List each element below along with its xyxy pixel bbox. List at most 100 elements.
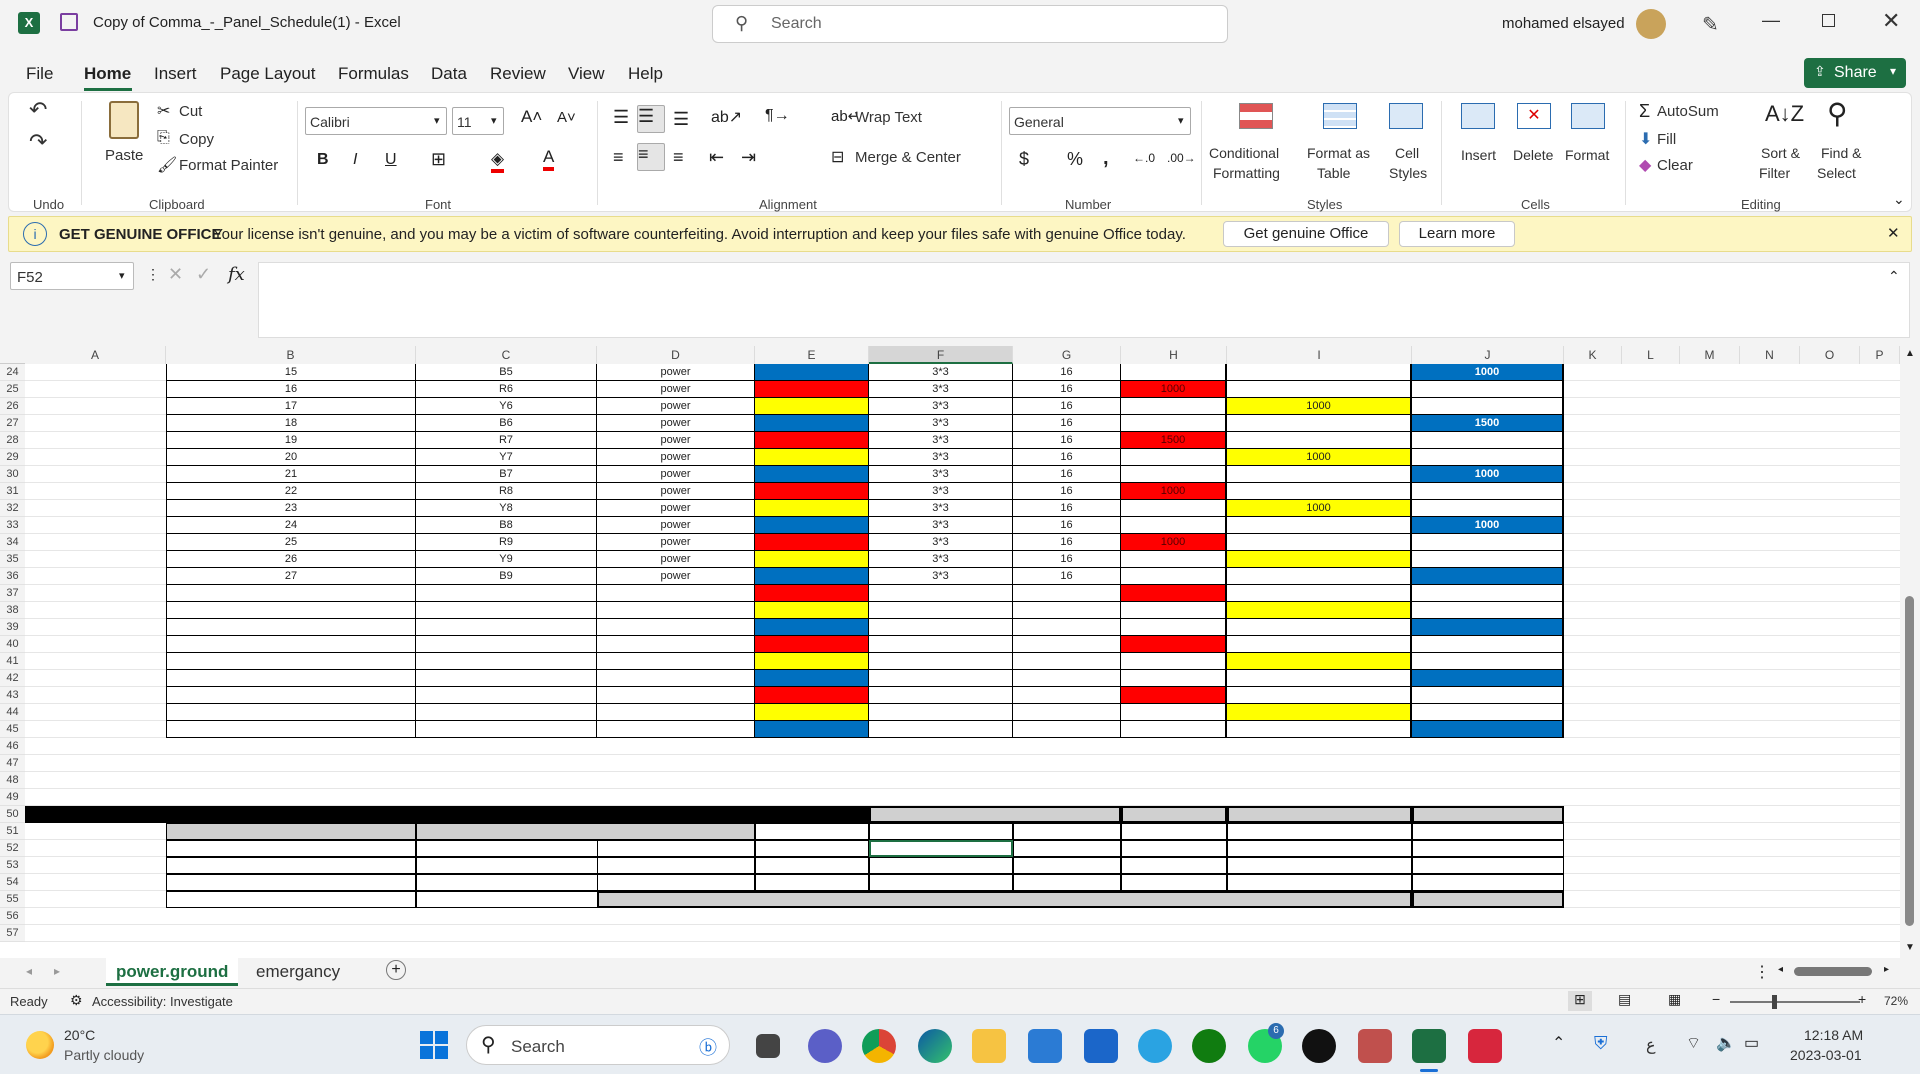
schedule-cell[interactable]: [166, 704, 416, 721]
summary-value[interactable]: [1227, 857, 1412, 874]
schedule-cell[interactable]: power: [597, 500, 755, 517]
row-header[interactable]: 50: [0, 806, 25, 823]
paste-icon[interactable]: [109, 101, 139, 139]
schedule-cell[interactable]: Y8: [416, 500, 597, 517]
text-direction-icon[interactable]: ¶→: [765, 107, 790, 125]
get-genuine-office-button[interactable]: Get genuine Office: [1223, 221, 1389, 247]
schedule-cell[interactable]: 1000: [1227, 398, 1412, 415]
schedule-cell[interactable]: [1412, 721, 1564, 738]
schedule-cell[interactable]: [755, 687, 869, 704]
formula-collapse-icon[interactable]: ⌃: [1888, 268, 1900, 285]
schedule-cell[interactable]: power: [597, 364, 755, 381]
schedule-cell[interactable]: [1412, 568, 1564, 585]
schedule-cell[interactable]: 16: [166, 381, 416, 398]
name-box[interactable]: F52 ▾: [10, 262, 134, 290]
cut-button[interactable]: Cut: [179, 103, 202, 120]
schedule-cell[interactable]: [1227, 585, 1412, 602]
zoom-slider-thumb[interactable]: [1772, 995, 1777, 1009]
tiktok-icon[interactable]: [1302, 1029, 1336, 1063]
align-middle-icon[interactable]: ☰: [637, 105, 665, 133]
format-cells-label[interactable]: Format: [1565, 147, 1609, 163]
bold-icon[interactable]: B: [317, 151, 329, 169]
schedule-cell[interactable]: 1000: [1121, 534, 1227, 551]
share-button[interactable]: ⇪ Share ▾: [1804, 58, 1906, 88]
schedule-cell[interactable]: B7: [416, 466, 597, 483]
schedule-cell[interactable]: power: [597, 398, 755, 415]
schedule-cell[interactable]: [416, 585, 597, 602]
delete-cells-label[interactable]: Delete: [1513, 147, 1553, 163]
schedule-cell[interactable]: 1000: [1412, 517, 1564, 534]
windows-start-icon[interactable]: [420, 1031, 448, 1059]
schedule-cell[interactable]: 3*3: [869, 381, 1013, 398]
schedule-cell[interactable]: [166, 687, 416, 704]
schedule-cell[interactable]: [1013, 585, 1121, 602]
schedule-cell[interactable]: [1121, 568, 1227, 585]
add-sheet-icon[interactable]: +: [386, 960, 406, 980]
schedule-cell[interactable]: 1000: [1227, 449, 1412, 466]
schedule-cell[interactable]: 16: [1013, 500, 1121, 517]
save-icon[interactable]: [60, 13, 78, 31]
currency-icon[interactable]: $: [1019, 149, 1029, 170]
message-close-icon[interactable]: ✕: [1887, 224, 1900, 242]
schedule-cell[interactable]: [416, 721, 597, 738]
row-header[interactable]: 35: [0, 551, 25, 568]
increase-decimal-icon[interactable]: ←.0: [1133, 151, 1155, 165]
schedule-cell[interactable]: [869, 619, 1013, 636]
weather-icon[interactable]: [26, 1031, 54, 1059]
schedule-cell[interactable]: 16: [1013, 517, 1121, 534]
avatar[interactable]: [1636, 9, 1666, 39]
schedule-cell[interactable]: 24: [166, 517, 416, 534]
more-icon[interactable]: ⋮: [146, 266, 160, 283]
paste-button[interactable]: Paste: [105, 147, 143, 164]
schedule-cell[interactable]: 19: [166, 432, 416, 449]
schedule-cell[interactable]: [1013, 619, 1121, 636]
schedule-cell[interactable]: 16: [1013, 398, 1121, 415]
schedule-cell[interactable]: [597, 721, 755, 738]
row-header[interactable]: 42: [0, 670, 25, 687]
schedule-cell[interactable]: [416, 653, 597, 670]
schedule-cell[interactable]: [1121, 449, 1227, 466]
mail-icon[interactable]: [1028, 1029, 1062, 1063]
zoom-level[interactable]: 72%: [1884, 994, 1908, 1008]
schedule-cell[interactable]: [869, 585, 1013, 602]
format-painter-button[interactable]: Format Painter: [179, 157, 278, 174]
schedule-cell[interactable]: [755, 466, 869, 483]
schedule-cell[interactable]: [1121, 500, 1227, 517]
row-header[interactable]: 37: [0, 585, 25, 602]
schedule-cell[interactable]: [416, 619, 597, 636]
align-top-icon[interactable]: ☰: [613, 107, 629, 128]
format-as-table-label-2[interactable]: Table: [1317, 165, 1350, 181]
column-header[interactable]: I: [1227, 346, 1412, 364]
learn-more-button[interactable]: Learn more: [1399, 221, 1515, 247]
conditional-formatting-icon[interactable]: [1239, 103, 1273, 129]
hscroll-thumb[interactable]: [1794, 967, 1872, 976]
summary-value[interactable]: [1121, 840, 1227, 857]
schedule-cell[interactable]: [166, 653, 416, 670]
summary-value[interactable]: [755, 874, 869, 891]
telegram-icon[interactable]: [1138, 1029, 1172, 1063]
menu-page-layout[interactable]: Page Layout: [220, 64, 315, 84]
schedule-cell[interactable]: power: [597, 449, 755, 466]
cell-grid[interactable]: 24 25 26 27 28 29 30 31 32 33 34 35 36 37 38 39 40 41 42 43…: [0, 364, 1900, 958]
schedule-cell[interactable]: [1412, 500, 1564, 517]
summary-value[interactable]: [869, 840, 1013, 857]
schedule-cell[interactable]: [1121, 517, 1227, 534]
sort-filter-label[interactable]: Sort &: [1761, 145, 1800, 161]
schedule-cell[interactable]: [1121, 687, 1227, 704]
schedule-cell[interactable]: [1227, 381, 1412, 398]
schedule-cell[interactable]: [869, 636, 1013, 653]
schedule-cell[interactable]: 20: [166, 449, 416, 466]
row-header[interactable]: 27: [0, 415, 25, 432]
summary-value[interactable]: [869, 874, 1013, 891]
column-header[interactable]: H: [1121, 346, 1227, 364]
decrease-indent-icon[interactable]: ⇤: [709, 147, 724, 168]
wrap-text-button[interactable]: Wrap Text: [855, 109, 922, 126]
schedule-cell[interactable]: Y7: [416, 449, 597, 466]
pen-icon[interactable]: ✎: [1702, 12, 1719, 37]
summary-value[interactable]: [1121, 857, 1227, 874]
increase-indent-icon[interactable]: ⇥: [741, 147, 756, 168]
schedule-cell[interactable]: 16: [1013, 483, 1121, 500]
row-header[interactable]: 32: [0, 500, 25, 517]
sheet-tab-emergancy[interactable]: emergancy: [256, 962, 340, 982]
schedule-cell[interactable]: [597, 619, 755, 636]
